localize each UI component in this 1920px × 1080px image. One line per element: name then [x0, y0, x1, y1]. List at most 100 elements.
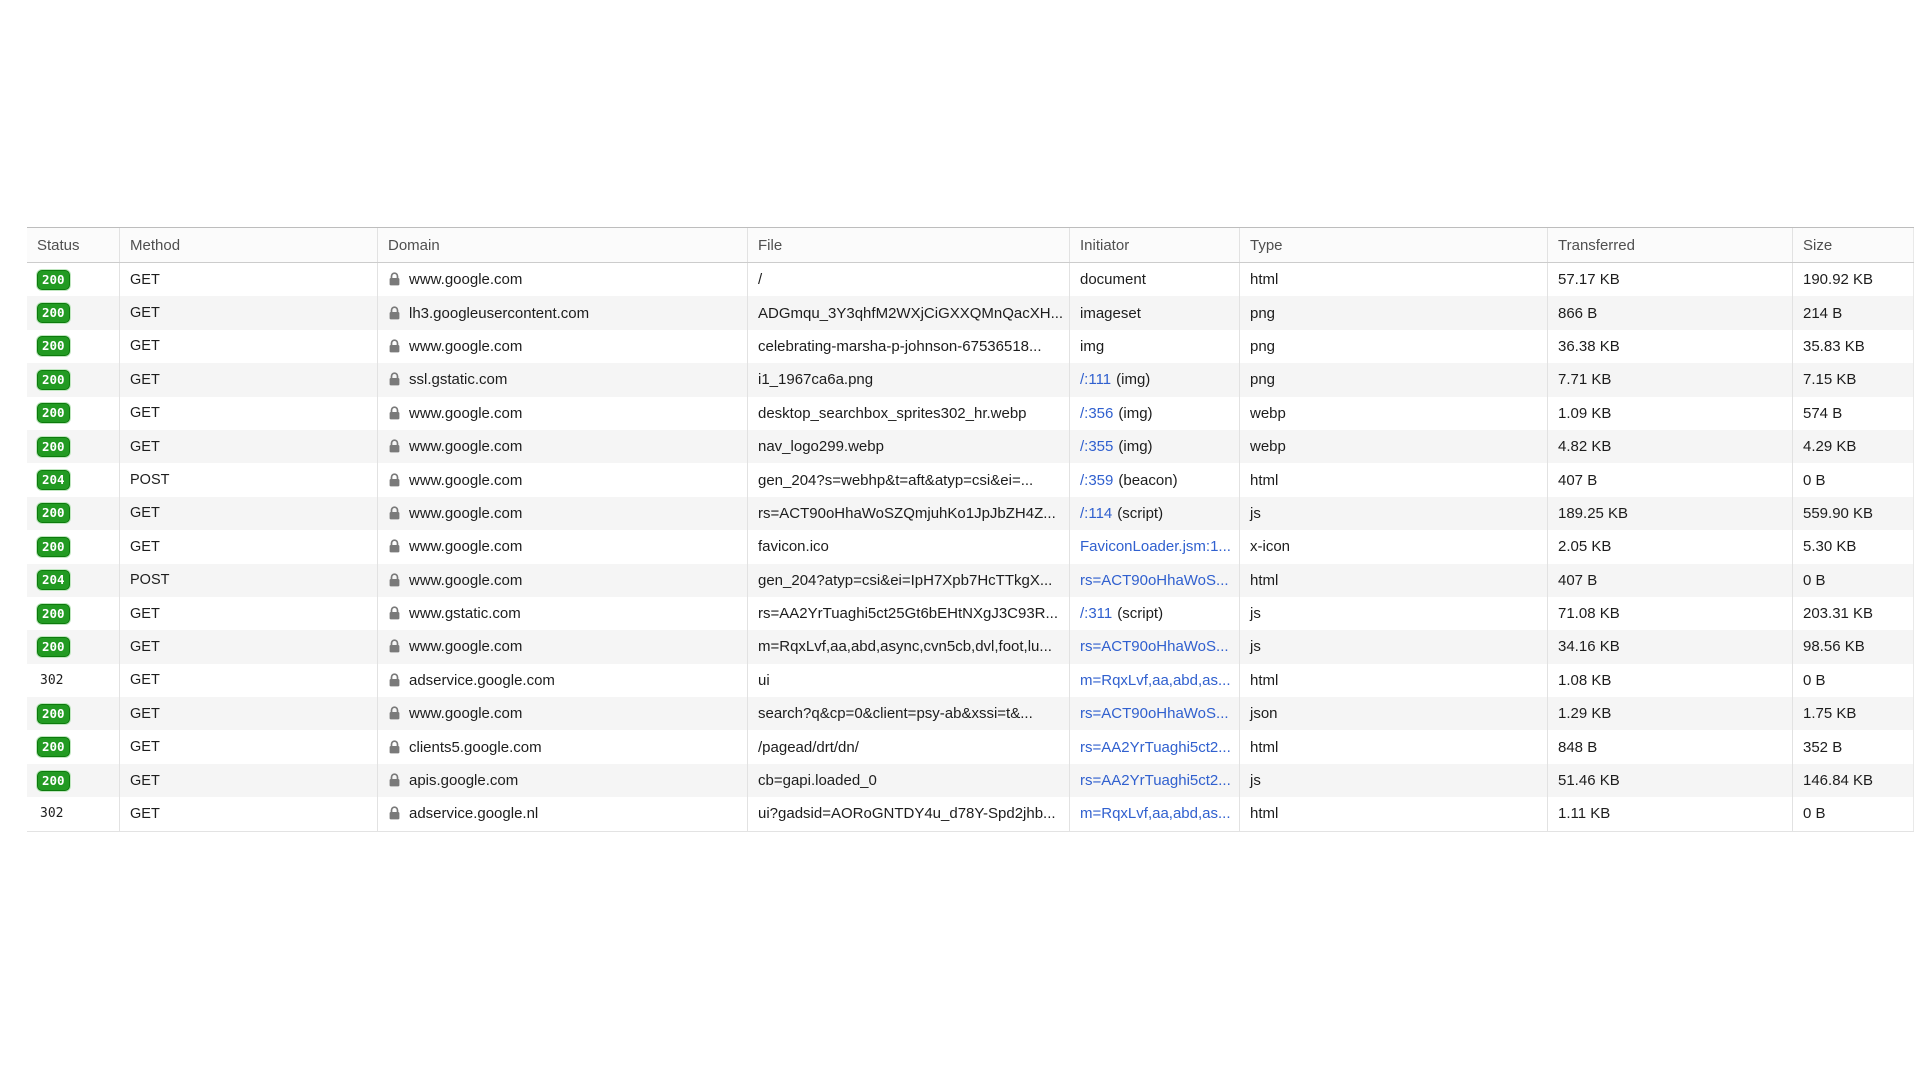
size-text: 35.83 KB: [1803, 338, 1865, 355]
request-row[interactable]: 200GETwww.google.com/documenthtml57.17 K…: [27, 263, 1914, 296]
initiator-link[interactable]: /:114: [1080, 505, 1112, 522]
request-row[interactable]: 200GETwww.google.comm=RqxLvf,aa,abd,asyn…: [27, 630, 1914, 663]
request-row[interactable]: 204POSTwww.google.comgen_204?atyp=csi&ei…: [27, 564, 1914, 597]
request-row[interactable]: 200GETwww.google.comrs=ACT90oHhaWoSZQmju…: [27, 497, 1914, 530]
column-header-size[interactable]: Size: [1793, 228, 1914, 262]
request-row[interactable]: 204POSTwww.google.comgen_204?s=webhp&t=a…: [27, 463, 1914, 496]
type-cell: html: [1240, 564, 1548, 597]
type-text: html: [1250, 271, 1278, 288]
status-cell: 200: [27, 363, 120, 396]
file-text: /pagead/drt/dn/: [758, 739, 859, 756]
transferred-cell: 2.05 KB: [1548, 530, 1793, 563]
method-cell: GET: [120, 530, 378, 563]
column-header-status[interactable]: Status: [27, 228, 120, 262]
method-cell: GET: [120, 697, 378, 730]
file-cell: /: [748, 263, 1070, 296]
type-cell: png: [1240, 330, 1548, 363]
domain-cell: www.google.com: [378, 463, 748, 496]
type-text: x-icon: [1250, 538, 1290, 555]
request-row[interactable]: 302GETadservice.google.comuim=RqxLvf,aa,…: [27, 664, 1914, 697]
domain-cell: www.google.com: [378, 397, 748, 430]
column-header-file[interactable]: File: [748, 228, 1070, 262]
lock-icon: [388, 706, 401, 721]
initiator-cell: FaviconLoader.jsm:1...: [1070, 530, 1240, 563]
request-row[interactable]: 200GETwww.gstatic.comrs=AA2YrTuaghi5ct25…: [27, 597, 1914, 630]
column-header-method[interactable]: Method: [120, 228, 378, 262]
initiator-link[interactable]: rs=ACT90oHhaWoS...: [1080, 572, 1229, 589]
initiator-link[interactable]: m=RqxLvf,aa,abd,as...: [1080, 672, 1231, 689]
file-cell: ui: [748, 664, 1070, 697]
method-cell: GET: [120, 630, 378, 663]
initiator-link[interactable]: /:311: [1080, 605, 1112, 622]
column-header-initiator[interactable]: Initiator: [1070, 228, 1240, 262]
domain-text: www.google.com: [409, 271, 522, 288]
size-cell: 146.84 KB: [1793, 764, 1914, 797]
status-cell: 200: [27, 764, 120, 797]
file-cell: ADGmqu_3Y3qhfM2WXjCiGXXQMnQacXH...: [748, 296, 1070, 329]
initiator-link[interactable]: rs=ACT90oHhaWoS...: [1080, 705, 1229, 722]
type-text: webp: [1250, 438, 1286, 455]
transferred-text: 57.17 KB: [1558, 271, 1620, 288]
status-badge: 200: [37, 503, 70, 523]
transferred-text: 36.38 KB: [1558, 338, 1620, 355]
transferred-cell: 189.25 KB: [1548, 497, 1793, 530]
size-cell: 0 B: [1793, 463, 1914, 496]
size-text: 0 B: [1803, 572, 1826, 589]
domain-cell: www.google.com: [378, 430, 748, 463]
request-row[interactable]: 200GETlh3.googleusercontent.comADGmqu_3Y…: [27, 296, 1914, 329]
size-text: 574 B: [1803, 405, 1842, 422]
file-cell: nav_logo299.webp: [748, 430, 1070, 463]
type-text: html: [1250, 472, 1278, 489]
request-row[interactable]: 200GETapis.google.comcb=gapi.loaded_0rs=…: [27, 764, 1914, 797]
column-header-type[interactable]: Type: [1240, 228, 1548, 262]
size-text: 7.15 KB: [1803, 371, 1856, 388]
domain-cell: clients5.google.com: [378, 730, 748, 763]
size-text: 4.29 KB: [1803, 438, 1856, 455]
size-cell: 574 B: [1793, 397, 1914, 430]
type-text: js: [1250, 505, 1261, 522]
initiator-link[interactable]: /:356: [1080, 405, 1113, 422]
type-cell: html: [1240, 263, 1548, 296]
size-text: 98.56 KB: [1803, 638, 1865, 655]
initiator-link[interactable]: rs=AA2YrTuaghi5ct2...: [1080, 739, 1231, 756]
file-text: celebrating-marsha-p-johnson-67536518...: [758, 338, 1042, 355]
request-row[interactable]: 200GETwww.google.comdesktop_searchbox_sp…: [27, 397, 1914, 430]
domain-cell: www.gstatic.com: [378, 597, 748, 630]
initiator-link[interactable]: /:359: [1080, 472, 1113, 489]
initiator-cell: rs=ACT90oHhaWoS...: [1070, 697, 1240, 730]
request-row[interactable]: 200GETwww.google.comcelebrating-marsha-p…: [27, 330, 1914, 363]
network-monitor-panel: StatusMethodDomainFileInitiatorTypeTrans…: [0, 0, 1920, 1080]
column-header-domain[interactable]: Domain: [378, 228, 748, 262]
initiator-link[interactable]: FaviconLoader.jsm:1...: [1080, 538, 1231, 555]
initiator-cause: (img): [1118, 438, 1152, 455]
domain-text: www.google.com: [409, 705, 522, 722]
transferred-cell: 1.09 KB: [1548, 397, 1793, 430]
initiator-link[interactable]: /:355: [1080, 438, 1113, 455]
request-row[interactable]: 302GETadservice.google.nlui?gadsid=AORoG…: [27, 797, 1914, 830]
status-cell: 200: [27, 730, 120, 763]
size-text: 5.30 KB: [1803, 538, 1856, 555]
transferred-text: 1.08 KB: [1558, 672, 1611, 689]
request-row[interactable]: 200GETssl.gstatic.comi1_1967ca6a.png/:11…: [27, 363, 1914, 396]
file-cell: ui?gadsid=AORoGNTDY4u_d78Y-Spd2jhb...: [748, 797, 1070, 830]
status-cell: 200: [27, 630, 120, 663]
status-badge: 200: [37, 537, 70, 557]
requests-table: StatusMethodDomainFileInitiatorTypeTrans…: [27, 227, 1914, 832]
type-cell: webp: [1240, 397, 1548, 430]
initiator-link[interactable]: rs=ACT90oHhaWoS...: [1080, 638, 1229, 655]
initiator-link[interactable]: rs=AA2YrTuaghi5ct2...: [1080, 772, 1231, 789]
status-badge: 200: [37, 737, 70, 757]
initiator-link[interactable]: m=RqxLvf,aa,abd,as...: [1080, 805, 1231, 822]
status-badge: 200: [37, 370, 70, 390]
method-cell: GET: [120, 497, 378, 530]
initiator-link[interactable]: /:111: [1080, 371, 1111, 388]
status-cell: 200: [27, 697, 120, 730]
file-cell: desktop_searchbox_sprites302_hr.webp: [748, 397, 1070, 430]
column-header-transferred[interactable]: Transferred: [1548, 228, 1793, 262]
request-row[interactable]: 200GETclients5.google.com/pagead/drt/dn/…: [27, 730, 1914, 763]
initiator-cause: (img): [1116, 371, 1150, 388]
domain-text: www.google.com: [409, 472, 522, 489]
request-row[interactable]: 200GETwww.google.comfavicon.icoFaviconLo…: [27, 530, 1914, 563]
request-row[interactable]: 200GETwww.google.comsearch?q&cp=0&client…: [27, 697, 1914, 730]
request-row[interactable]: 200GETwww.google.comnav_logo299.webp/:35…: [27, 430, 1914, 463]
